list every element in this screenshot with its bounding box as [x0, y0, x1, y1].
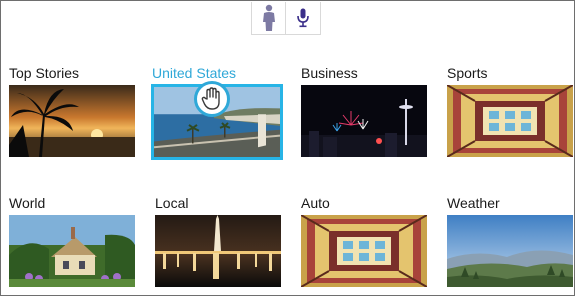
top-toolbar — [251, 2, 321, 35]
coastal-town-image — [151, 84, 283, 160]
city-fireworks-image — [301, 85, 427, 157]
tile-label: United States — [152, 65, 237, 81]
tile-auto[interactable]: Auto — [301, 193, 427, 295]
tile-united-states[interactable]: United States — [151, 63, 283, 165]
tile-business[interactable]: Business — [301, 63, 427, 165]
microphone-icon — [297, 8, 309, 28]
mountain-landscape-image — [447, 215, 573, 287]
palm-sunset-image — [9, 85, 135, 157]
app-window: Top Stories United States Business Sport… — [0, 0, 575, 296]
tile-weather[interactable]: Weather — [447, 193, 573, 295]
tile-sports[interactable]: Sports — [447, 63, 573, 165]
profile-button[interactable] — [252, 2, 287, 34]
tile-label: World — [9, 195, 46, 211]
tile-label: Top Stories — [9, 65, 80, 81]
cottage-garden-image — [9, 215, 135, 287]
tile-label: Weather — [447, 195, 500, 211]
ornate-ceiling-image — [447, 85, 573, 157]
monument-night-image — [155, 215, 281, 287]
tile-label: Sports — [447, 65, 488, 81]
tile-label: Local — [155, 195, 189, 211]
tile-label: Auto — [301, 195, 330, 211]
ornate-ceiling-image — [301, 215, 427, 287]
tile-world[interactable]: World — [9, 193, 135, 295]
person-silhouette-icon — [262, 4, 275, 31]
tile-top-stories[interactable]: Top Stories — [9, 63, 135, 165]
tile-local[interactable]: Local — [155, 193, 281, 295]
tile-label: Business — [301, 65, 358, 81]
voice-search-button[interactable] — [286, 2, 320, 34]
